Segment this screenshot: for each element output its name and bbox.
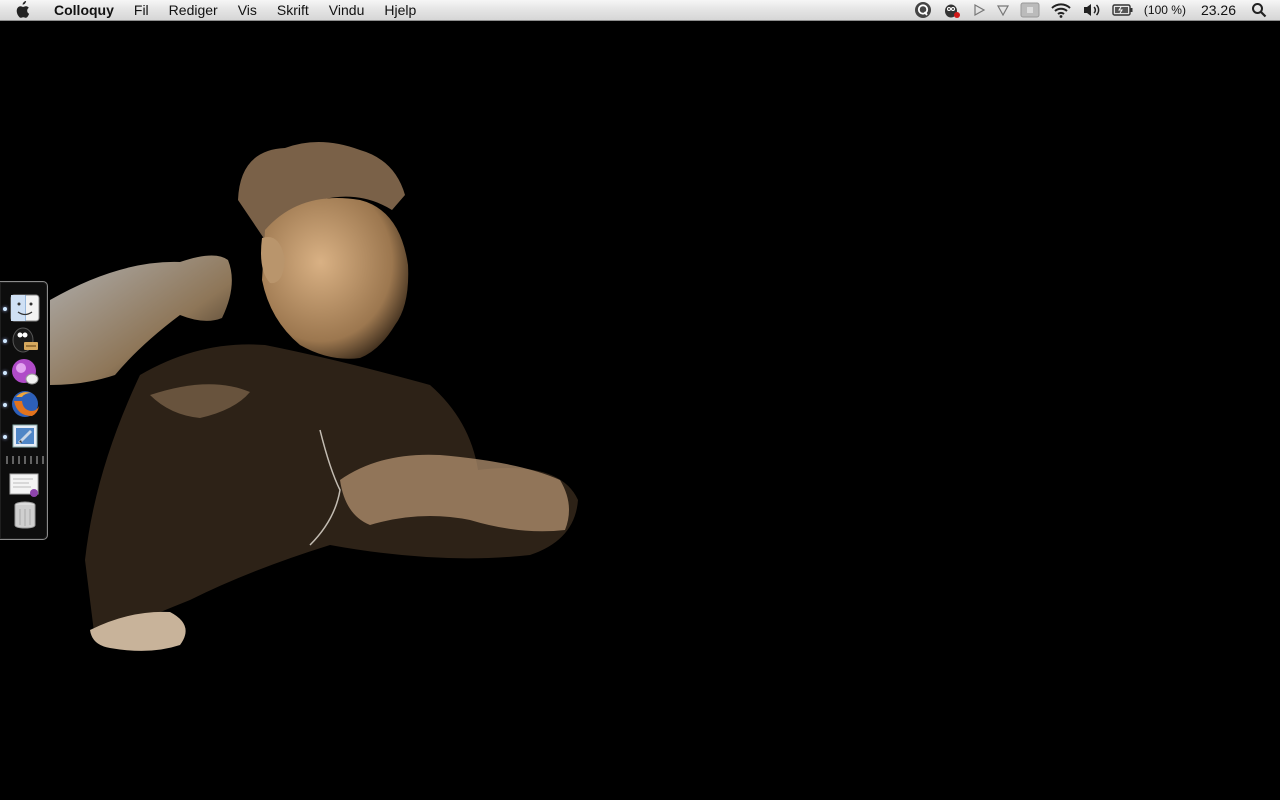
menu-skrift[interactable]: Skrift xyxy=(267,0,319,21)
desktop-wallpaper-photo xyxy=(50,141,578,651)
quicksilver-icon[interactable] xyxy=(909,0,937,21)
desktop[interactable] xyxy=(0,21,1280,800)
apple-icon xyxy=(16,1,30,18)
dock-colloquy[interactable] xyxy=(9,357,41,387)
dock-mail[interactable] xyxy=(9,421,41,451)
running-indicator xyxy=(3,307,7,311)
dock-firefox[interactable] xyxy=(9,389,41,419)
running-indicator xyxy=(3,403,7,407)
dock xyxy=(0,281,48,540)
trash-icon xyxy=(14,501,36,529)
firefox-icon xyxy=(12,391,39,417)
battery-percent[interactable]: (100 %) xyxy=(1139,0,1191,21)
menu-rediger[interactable]: Rediger xyxy=(159,0,228,21)
menu-vindu[interactable]: Vindu xyxy=(319,0,375,21)
wifi-icon[interactable] xyxy=(1045,0,1077,21)
colloquy-icon xyxy=(12,359,39,385)
menu-bar: Colloquy Fil Rediger Vis Skrift Vindu Hj… xyxy=(0,0,1280,21)
status-area: (100 %) 23.26 xyxy=(909,0,1280,21)
running-indicator xyxy=(3,435,7,439)
document-icon xyxy=(9,473,39,497)
spotlight-icon[interactable] xyxy=(1246,0,1272,21)
app-menu-colloquy[interactable]: Colloquy xyxy=(44,0,124,21)
dock-document-stack[interactable] xyxy=(9,470,41,500)
menu-hjelp[interactable]: Hjelp xyxy=(374,0,426,21)
volume-icon[interactable] xyxy=(1077,0,1107,21)
running-indicator xyxy=(3,371,7,375)
clock[interactable]: 23.26 xyxy=(1191,0,1246,21)
dock-divider xyxy=(6,456,44,464)
adium-icon[interactable] xyxy=(937,0,967,21)
menu-fil[interactable]: Fil xyxy=(124,0,159,21)
finder-icon xyxy=(10,294,40,322)
battery-icon[interactable] xyxy=(1107,0,1139,21)
dock-finder[interactable] xyxy=(9,293,41,323)
down-arrow-icon[interactable] xyxy=(991,0,1015,21)
adium-icon xyxy=(12,327,38,353)
mail-icon xyxy=(12,424,38,448)
running-indicator xyxy=(3,339,7,343)
display-icon[interactable] xyxy=(1015,0,1045,21)
dock-trash[interactable] xyxy=(9,500,41,530)
dock-adium[interactable] xyxy=(9,325,41,355)
play-icon[interactable] xyxy=(967,0,991,21)
menu-vis[interactable]: Vis xyxy=(228,0,267,21)
apple-menu[interactable] xyxy=(0,0,44,21)
